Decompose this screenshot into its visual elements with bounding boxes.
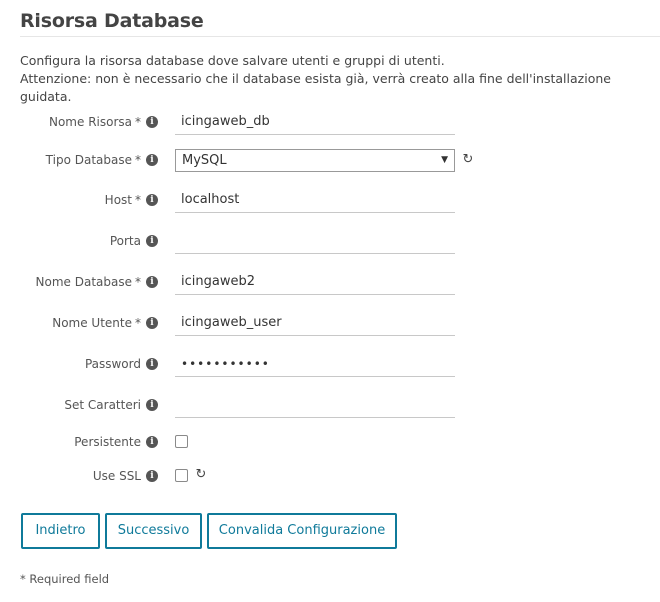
- row-charset: Set Caratteri i: [0, 392, 660, 422]
- charset-input[interactable]: [175, 392, 455, 418]
- row-persistent: Persistente i: [0, 432, 660, 462]
- host-label: Host * i: [105, 193, 158, 207]
- info-icon[interactable]: i: [146, 235, 158, 247]
- reload-icon[interactable]: ↻: [194, 468, 208, 482]
- db-name-label: Nome Database * i: [36, 275, 158, 289]
- validate-configuration-button[interactable]: Convalida Configurazione: [207, 513, 397, 549]
- row-db-name: Nome Database * i: [0, 269, 660, 299]
- info-icon[interactable]: i: [146, 317, 158, 329]
- dropdown-arrow-icon: ▼: [441, 155, 448, 165]
- username-label: Nome Utente * i: [52, 316, 158, 330]
- next-button[interactable]: Successivo: [105, 513, 202, 549]
- info-icon[interactable]: i: [146, 358, 158, 370]
- required-field-note: * Required field: [20, 572, 110, 586]
- row-password: Password i: [0, 351, 660, 381]
- db-type-select[interactable]: MySQL ▼: [175, 149, 455, 172]
- use-ssl-label: Use SSL i: [93, 469, 158, 483]
- db-type-label: Tipo Database * i: [46, 153, 158, 167]
- row-db-type: Tipo Database * i MySQL ▼ ↻: [0, 149, 660, 181]
- charset-label: Set Caratteri i: [64, 398, 158, 412]
- username-input[interactable]: [175, 310, 455, 336]
- info-icon[interactable]: i: [146, 116, 158, 128]
- password-input[interactable]: [175, 351, 455, 377]
- reload-icon[interactable]: ↻: [461, 153, 475, 167]
- row-port: Porta i: [0, 228, 660, 258]
- intro-line-1: Configura la risorsa database dove salva…: [20, 53, 445, 68]
- row-host: Host * i: [0, 187, 660, 217]
- intro-line-2: Attenzione: non è necessario che il data…: [20, 71, 611, 104]
- db-name-input[interactable]: [175, 269, 455, 295]
- page-title: Risorsa Database: [20, 10, 204, 32]
- title-divider: [20, 36, 660, 37]
- back-button[interactable]: Indietro: [21, 513, 100, 549]
- intro-text: Configura la risorsa database dove salva…: [20, 52, 660, 106]
- password-label: Password i: [85, 357, 158, 371]
- info-icon[interactable]: i: [146, 470, 158, 482]
- persistent-checkbox[interactable]: [175, 435, 188, 448]
- port-input[interactable]: [175, 228, 455, 254]
- info-icon[interactable]: i: [146, 194, 158, 206]
- host-input[interactable]: [175, 187, 455, 213]
- info-icon[interactable]: i: [146, 436, 158, 448]
- row-username: Nome Utente * i: [0, 310, 660, 340]
- row-use-ssl: Use SSL i ↻: [0, 466, 660, 496]
- info-icon[interactable]: i: [146, 154, 158, 166]
- persistent-label: Persistente i: [74, 435, 158, 449]
- info-icon[interactable]: i: [146, 399, 158, 411]
- use-ssl-checkbox[interactable]: [175, 469, 188, 482]
- row-resource-name: Nome Risorsa * i: [0, 109, 660, 139]
- resource-name-label: Nome Risorsa * i: [49, 115, 158, 129]
- info-icon[interactable]: i: [146, 276, 158, 288]
- resource-name-input[interactable]: [175, 109, 455, 135]
- port-label: Porta i: [110, 234, 158, 248]
